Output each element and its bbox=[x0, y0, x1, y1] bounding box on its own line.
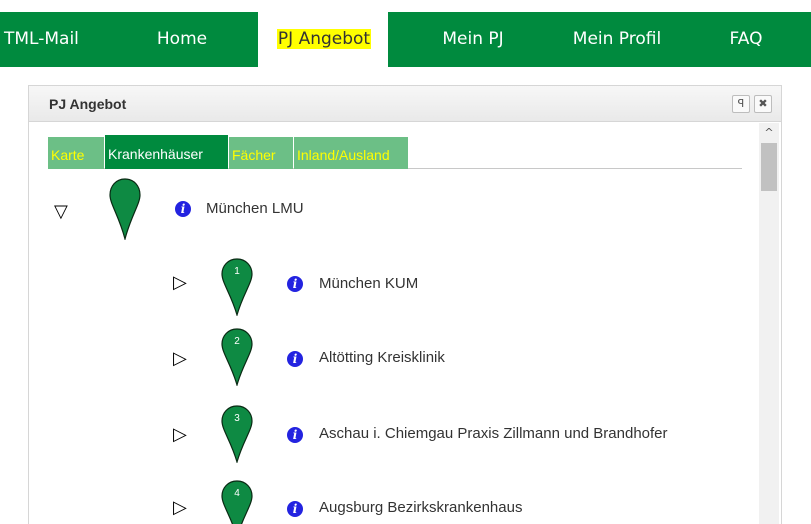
panel-header: PJ Angebot ꟼ ✖ bbox=[29, 86, 781, 122]
collapse-triangle-icon[interactable]: ▽ bbox=[54, 202, 68, 222]
tree-child-label[interactable]: Aschau i. Chiemgau Praxis Zillmann und B… bbox=[319, 425, 668, 443]
tab-faecher[interactable]: Fächer bbox=[229, 137, 293, 169]
tree-child-label[interactable]: München KUM bbox=[319, 275, 418, 293]
pin-number: 4 bbox=[234, 488, 240, 499]
nav-item-tml-mail[interactable]: TML-Mail bbox=[4, 12, 90, 67]
tree-child-label[interactable]: Altötting Kreisklinik bbox=[319, 349, 445, 367]
info-icon[interactable]: i bbox=[287, 427, 303, 443]
expand-triangle-icon[interactable]: ▷ bbox=[173, 425, 187, 445]
map-pin-icon bbox=[109, 178, 141, 240]
nav-item-pj-angebot[interactable]: PJ Angebot bbox=[262, 12, 386, 67]
nav-item-pj-angebot-label: PJ Angebot bbox=[276, 29, 372, 49]
nav-item-home[interactable]: Home bbox=[150, 12, 214, 67]
pin-number: 2 bbox=[234, 336, 240, 347]
scroll-thumb[interactable] bbox=[761, 143, 777, 191]
pin-number: 1 bbox=[234, 266, 240, 277]
info-icon[interactable]: i bbox=[287, 501, 303, 517]
close-icon[interactable]: ✖ bbox=[754, 95, 772, 113]
nav-item-mein-pj[interactable]: Mein PJ bbox=[430, 12, 516, 67]
pj-angebot-panel: PJ Angebot ꟼ ✖ Karte Krankenhäuser Fäche… bbox=[28, 85, 782, 524]
expand-triangle-icon[interactable]: ▷ bbox=[173, 498, 187, 518]
restore-window-icon[interactable]: ꟼ bbox=[732, 95, 750, 113]
expand-triangle-icon[interactable]: ▷ bbox=[173, 273, 187, 293]
tree-child-label[interactable]: Augsburg Bezirkskrankenhaus bbox=[319, 499, 522, 517]
info-icon[interactable]: i bbox=[175, 201, 191, 217]
panel-title: PJ Angebot bbox=[49, 96, 127, 112]
map-pin-icon bbox=[221, 480, 253, 524]
top-navigation: TML-Mail Home PJ Angebot Mein PJ Mein Pr… bbox=[0, 0, 811, 78]
pin-number: 3 bbox=[234, 413, 240, 424]
vertical-scrollbar[interactable]: ^ bbox=[759, 123, 779, 524]
scroll-up-icon[interactable]: ^ bbox=[759, 123, 779, 141]
nav-item-faq[interactable]: FAQ bbox=[718, 12, 774, 67]
tab-bar: Karte Krankenhäuser Fächer Inland/Auslan… bbox=[48, 135, 742, 169]
info-icon[interactable]: i bbox=[287, 351, 303, 367]
tab-inland-ausland[interactable]: Inland/Ausland bbox=[294, 137, 408, 169]
expand-triangle-icon[interactable]: ▷ bbox=[173, 349, 187, 369]
info-icon[interactable]: i bbox=[287, 276, 303, 292]
tree-root-label[interactable]: München LMU bbox=[206, 200, 304, 218]
tab-karte[interactable]: Karte bbox=[48, 137, 104, 169]
nav-item-mein-profil[interactable]: Mein Profil bbox=[561, 12, 673, 67]
tab-krankenhaeuser[interactable]: Krankenhäuser bbox=[105, 135, 228, 169]
